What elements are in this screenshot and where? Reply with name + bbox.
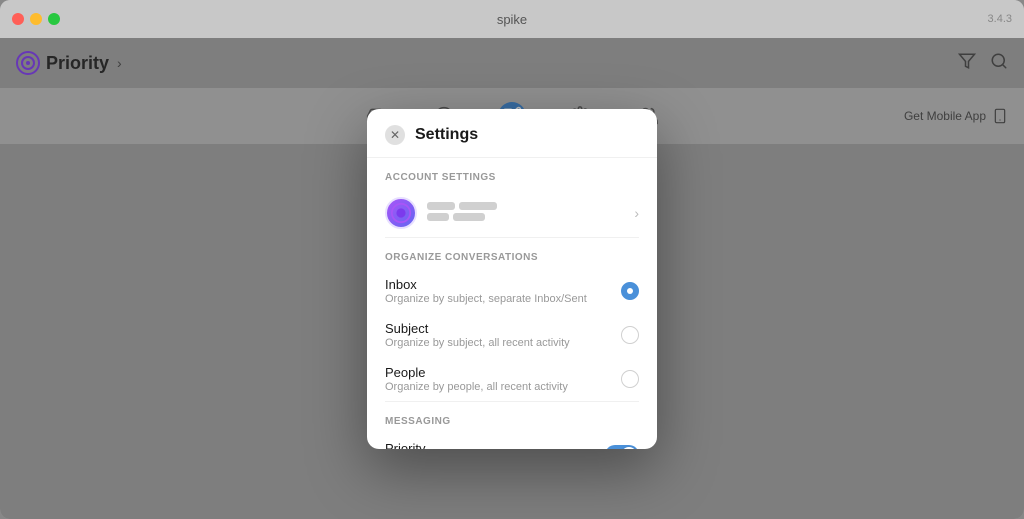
people-radio[interactable] bbox=[621, 370, 639, 388]
app-window: spike 3.4.3 Priority › bbox=[0, 0, 1024, 519]
modal-close-button[interactable]: ✕ bbox=[385, 125, 405, 145]
account-info bbox=[427, 202, 634, 224]
account-name-dots bbox=[427, 202, 634, 210]
account-chevron-icon: › bbox=[634, 205, 639, 221]
modal-overlay[interactable]: ✕ Settings ACCOUNT SETTINGS bbox=[0, 38, 1024, 519]
modal-body: ACCOUNT SETTINGS bbox=[367, 158, 657, 449]
subject-radio[interactable] bbox=[621, 326, 639, 344]
minimize-button[interactable] bbox=[30, 13, 42, 25]
modal-header: ✕ Settings bbox=[367, 109, 657, 158]
priority-toggle[interactable] bbox=[605, 445, 639, 449]
inbox-row-content: Inbox Organize by subject, separate Inbo… bbox=[385, 277, 611, 305]
people-radio-button[interactable] bbox=[621, 370, 639, 388]
traffic-lights bbox=[12, 13, 60, 25]
inbox-radio[interactable] bbox=[621, 282, 639, 300]
subject-row[interactable]: Subject Organize by subject, all recent … bbox=[367, 313, 657, 357]
inbox-title: Inbox bbox=[385, 277, 611, 292]
window-title: spike bbox=[497, 12, 527, 27]
inbox-radio-button[interactable] bbox=[621, 282, 639, 300]
priority-toggle-action[interactable] bbox=[605, 445, 639, 449]
priority-messaging-content: Priority Separate Strangers to Other fee… bbox=[385, 441, 595, 449]
subject-subtitle: Organize by subject, all recent activity bbox=[385, 337, 611, 349]
account-email-block1 bbox=[427, 213, 449, 221]
spike-logo-avatar-icon bbox=[390, 202, 412, 224]
subject-radio-button[interactable] bbox=[621, 326, 639, 344]
priority-messaging-row[interactable]: Priority Separate Strangers to Other fee… bbox=[367, 433, 657, 449]
main-content: Priority › bbox=[0, 38, 1024, 519]
account-name-block1 bbox=[427, 202, 455, 210]
people-row[interactable]: People Organize by people, all recent ac… bbox=[367, 357, 657, 401]
subject-row-content: Subject Organize by subject, all recent … bbox=[385, 321, 611, 349]
subject-title: Subject bbox=[385, 321, 611, 336]
people-subtitle: Organize by people, all recent activity bbox=[385, 381, 611, 393]
inbox-subtitle: Organize by subject, separate Inbox/Sent bbox=[385, 293, 611, 305]
version-badge: 3.4.3 bbox=[988, 13, 1012, 25]
titlebar: spike 3.4.3 bbox=[0, 0, 1024, 38]
close-button[interactable] bbox=[12, 13, 24, 25]
organize-conversations-label: ORGANIZE CONVERSATIONS bbox=[367, 238, 657, 269]
people-title: People bbox=[385, 365, 611, 380]
account-row[interactable]: › bbox=[367, 189, 657, 237]
maximize-button[interactable] bbox=[48, 13, 60, 25]
messaging-label: MESSAGING bbox=[367, 402, 657, 433]
account-settings-label: ACCOUNT SETTINGS bbox=[367, 158, 657, 189]
account-email-dots bbox=[427, 213, 634, 221]
modal-title: Settings bbox=[415, 126, 478, 144]
settings-modal: ✕ Settings ACCOUNT SETTINGS bbox=[367, 109, 657, 449]
account-email-block2 bbox=[453, 213, 485, 221]
priority-messaging-title: Priority bbox=[385, 441, 595, 449]
people-row-content: People Organize by people, all recent ac… bbox=[385, 365, 611, 393]
inbox-row[interactable]: Inbox Organize by subject, separate Inbo… bbox=[367, 269, 657, 313]
account-name-block2 bbox=[459, 202, 497, 210]
account-avatar bbox=[385, 197, 417, 229]
